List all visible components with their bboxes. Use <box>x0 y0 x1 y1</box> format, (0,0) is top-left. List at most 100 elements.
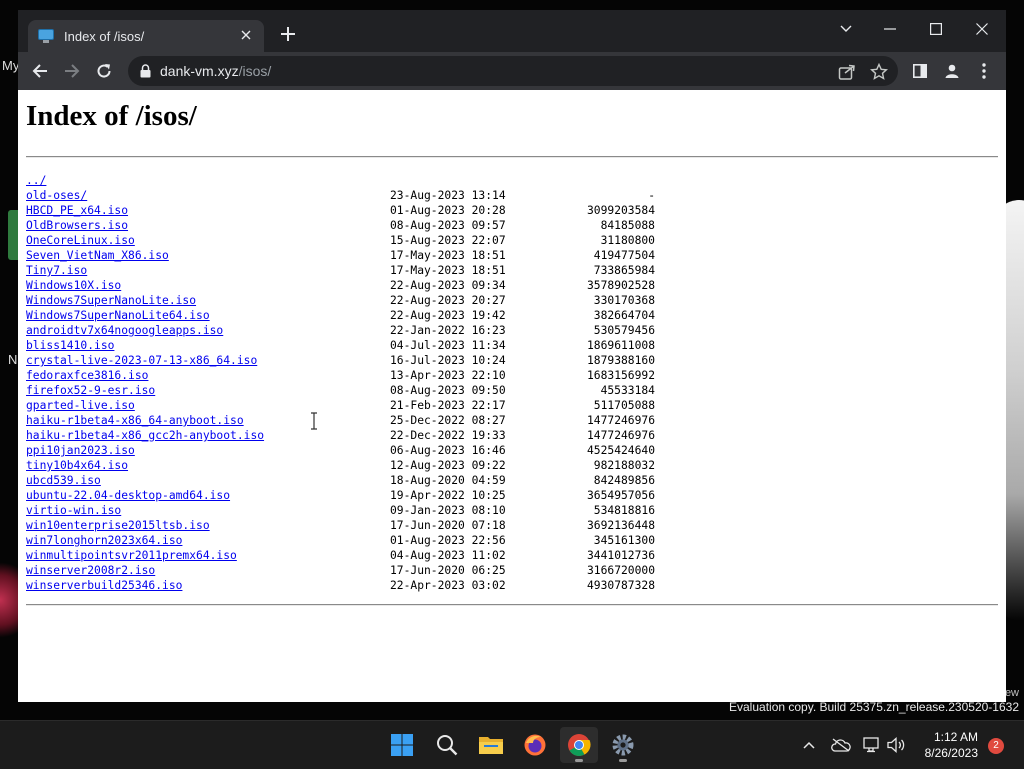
file-link[interactable]: ubcd539.iso <box>26 473 101 488</box>
chrome-button[interactable] <box>560 727 598 763</box>
file-link[interactable]: winmultipointsvr2011premx64.iso <box>26 548 237 563</box>
cloud-offline-icon <box>831 738 851 752</box>
file-link[interactable]: virtio-win.iso <box>26 503 121 518</box>
file-link[interactable]: haiku-r1beta4-x86_gcc2h-anyboot.iso <box>26 428 264 443</box>
file-size: 1869611008 <box>586 339 655 352</box>
table-row: firefox52-9-esr.iso 08-Aug-2023 09:50 4553… <box>26 383 726 398</box>
file-link[interactable]: Tiny7.iso <box>26 263 87 278</box>
file-size: 4525424640 <box>586 444 655 457</box>
menu-button[interactable] <box>969 56 999 86</box>
taskbar: 1:12 AM 8/26/2023 2 <box>0 720 1024 769</box>
table-row: OneCoreLinux.iso 15-Aug-2023 22:07 3118080… <box>26 233 726 248</box>
settings-button[interactable] <box>604 727 642 763</box>
file-link[interactable]: Windows7SuperNanoLite64.iso <box>26 308 210 323</box>
tab-search-button[interactable] <box>824 14 868 44</box>
file-link[interactable]: Seven_VietNam_X86.iso <box>26 248 169 263</box>
desktop-label-fragment[interactable]: My <box>2 58 19 73</box>
network-tray-button[interactable] <box>860 733 884 757</box>
reload-button[interactable] <box>89 56 119 86</box>
profile-button[interactable] <box>937 56 967 86</box>
text-cursor-icon <box>311 412 317 430</box>
table-row: win7longhorn2023x64.iso 01-Aug-2023 22:56… <box>26 533 726 548</box>
start-icon <box>391 734 413 756</box>
share-icon[interactable] <box>838 63 856 81</box>
table-row: Tiny7.iso 17-May-2023 18:51 733865984 <box>26 263 726 278</box>
settings-icon <box>612 734 634 756</box>
file-size: 3578902528 <box>586 279 655 292</box>
file-link[interactable]: crystal-live-2023-07-13-x86_64.iso <box>26 353 257 368</box>
file-link[interactable]: bliss1410.iso <box>26 338 114 353</box>
new-tab-button[interactable] <box>276 24 300 48</box>
arrow-left-icon <box>32 64 47 78</box>
page-title: Index of /isos/ <box>26 100 197 132</box>
bookmark-star-icon[interactable] <box>870 63 888 81</box>
file-link[interactable]: androidtv7x64nogoogleapps.iso <box>26 323 223 338</box>
file-link[interactable]: old-oses/ <box>26 188 87 203</box>
file-link[interactable]: fedoraxfce3816.iso <box>26 368 148 383</box>
notification-badge[interactable]: 2 <box>988 738 1004 754</box>
file-link[interactable]: winserver2008r2.iso <box>26 563 155 578</box>
file-date: 22-Apr-2023 03:02 <box>390 579 506 592</box>
url-domain: dank-vm.xyz <box>160 63 239 79</box>
file-date: 22-Aug-2023 20:27 <box>390 294 506 307</box>
file-date: 22-Dec-2022 19:33 <box>390 429 506 442</box>
firefox-button[interactable] <box>516 727 554 763</box>
file-date: 06-Aug-2023 16:46 <box>390 444 506 457</box>
file-link[interactable]: OldBrowsers.iso <box>26 218 128 233</box>
file-link[interactable]: OneCoreLinux.iso <box>26 233 135 248</box>
file-link[interactable]: ppi10jan2023.iso <box>26 443 135 458</box>
file-link[interactable]: Windows10X.iso <box>26 278 121 293</box>
file-link[interactable]: winserverbuild25346.iso <box>26 578 182 593</box>
close-tab-icon[interactable] <box>236 28 256 44</box>
file-date: 21-Feb-2023 22:17 <box>390 399 506 412</box>
watermark-fragment: ew <box>1004 687 1019 699</box>
parent-directory-link[interactable]: ../ <box>26 173 46 188</box>
table-row: win10enterprise2015ltsb.iso 17-Jun-2020 0… <box>26 518 726 533</box>
table-row: winserverbuild25346.iso 22-Apr-2023 03:02… <box>26 578 726 593</box>
file-listing: ../ old-oses/23-Aug-2023 13:14- HBCD_PE_x… <box>26 173 726 593</box>
file-link[interactable]: tiny10b4x64.iso <box>26 458 128 473</box>
table-row: haiku-r1beta4-x86_gcc2h-anyboot.iso 22-De… <box>26 428 726 443</box>
volume-tray-button[interactable] <box>884 733 908 757</box>
close-window-button[interactable] <box>960 14 1004 44</box>
file-link[interactable]: haiku-r1beta4-x86_64-anyboot.iso <box>26 413 244 428</box>
file-size: 4930787328 <box>586 579 655 592</box>
file-link[interactable]: firefox52-9-esr.iso <box>26 383 155 398</box>
file-size: 3166720000 <box>586 564 655 577</box>
search-button[interactable] <box>428 727 466 763</box>
file-date: 22-Aug-2023 09:34 <box>390 279 506 292</box>
file-explorer-button[interactable] <box>472 727 510 763</box>
table-row: winmultipointsvr2011premx64.iso 04-Aug-20… <box>26 548 726 563</box>
clock-date: 8/26/2023 <box>924 746 978 760</box>
tab-index-of-isos[interactable]: Index of /isos/ <box>28 20 264 52</box>
file-size: 31180800 <box>600 234 655 247</box>
file-size: 3692136448 <box>586 519 655 532</box>
parent-row: ../ <box>26 173 726 188</box>
file-link[interactable]: HBCD_PE_x64.iso <box>26 203 128 218</box>
file-link[interactable]: win7longhorn2023x64.iso <box>26 533 182 548</box>
network-icon <box>863 737 879 753</box>
file-link[interactable]: gparted-live.iso <box>26 398 135 413</box>
side-panel-button[interactable] <box>905 56 935 86</box>
desktop-label-fragment[interactable]: N <box>8 352 17 367</box>
table-row: haiku-r1beta4-x86_64-anyboot.iso 25-Dec-2… <box>26 413 726 428</box>
start-button[interactable] <box>383 727 421 763</box>
address-bar[interactable]: dank-vm.xyz/isos/ <box>128 56 898 86</box>
search-icon <box>437 735 458 756</box>
system-clock[interactable]: 1:12 AM 8/26/2023 <box>925 729 978 761</box>
side-panel-icon <box>913 64 927 78</box>
file-link[interactable]: Windows7SuperNanoLite.iso <box>26 293 196 308</box>
forward-button[interactable] <box>57 56 87 86</box>
onedrive-tray-button[interactable] <box>829 733 853 757</box>
file-date: 08-Aug-2023 09:57 <box>390 219 506 232</box>
file-date: 13-Apr-2023 22:10 <box>390 369 506 382</box>
file-date: 17-Jun-2020 07:18 <box>390 519 506 532</box>
minimize-button[interactable] <box>868 14 912 44</box>
url-path: /isos/ <box>238 63 272 79</box>
back-button[interactable] <box>25 56 55 86</box>
maximize-button[interactable] <box>914 14 958 44</box>
file-link[interactable]: win10enterprise2015ltsb.iso <box>26 518 210 533</box>
file-link[interactable]: ubuntu-22.04-desktop-amd64.iso <box>26 488 230 503</box>
file-date: 22-Aug-2023 19:42 <box>390 309 506 322</box>
show-hidden-icons-button[interactable] <box>797 733 821 757</box>
